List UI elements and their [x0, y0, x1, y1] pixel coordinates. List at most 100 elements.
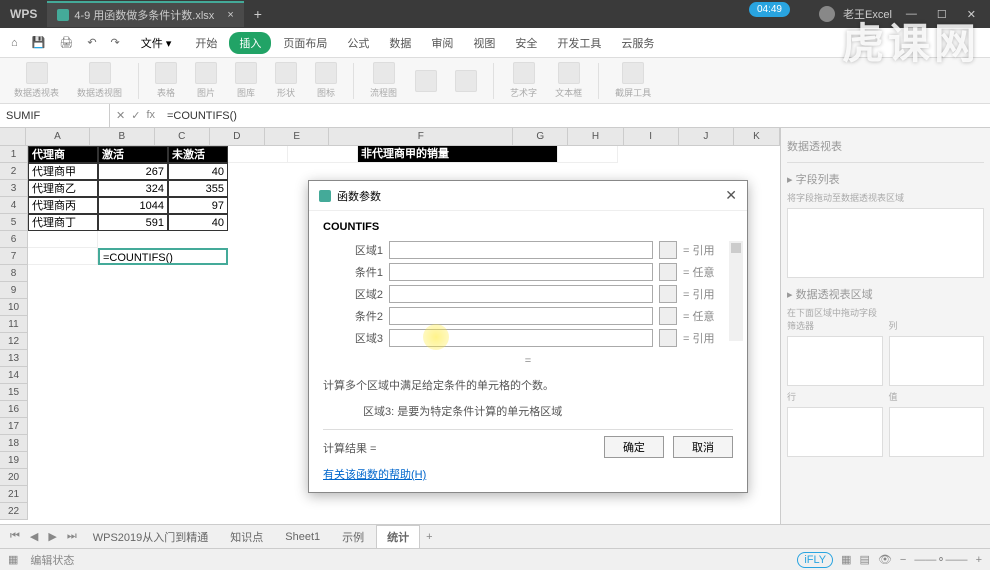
redo-icon[interactable]: ↷ [106, 33, 125, 52]
filter-box[interactable] [787, 336, 883, 386]
cell[interactable]: 40 [168, 214, 228, 231]
accept-formula-icon[interactable]: ✓ [131, 109, 140, 122]
param-input-range3[interactable] [389, 329, 653, 347]
add-sheet-button[interactable]: + [422, 531, 436, 543]
cell[interactable]: 非代理商甲的销量 [358, 146, 558, 163]
sheet-nav-last[interactable]: ⏭ [63, 530, 81, 543]
menu-devtools[interactable]: 开发工具 [549, 31, 609, 55]
col-box[interactable] [889, 336, 985, 386]
cell[interactable]: 355 [168, 180, 228, 197]
row-header[interactable]: 9 [0, 282, 28, 299]
col-header[interactable]: I [624, 128, 679, 145]
range-picker-icon[interactable] [659, 307, 677, 325]
new-tab-button[interactable]: + [244, 6, 272, 22]
ribbon-textbox[interactable]: 文本框 [549, 60, 588, 101]
help-link[interactable]: 有关该函数的帮助(H) [323, 466, 426, 482]
zoom-slider[interactable]: ——⚬—— [914, 553, 967, 566]
cell[interactable]: 1044 [98, 197, 168, 214]
fx-icon[interactable]: fx [146, 109, 155, 122]
cell[interactable]: 激活 [98, 146, 168, 163]
cancel-formula-icon[interactable]: ✕ [116, 109, 125, 122]
grid-icon[interactable]: ▦ [8, 553, 18, 566]
cell[interactable]: 未激活 [168, 146, 228, 163]
cell[interactable]: 代理商丙 [28, 197, 98, 214]
name-box[interactable]: SUMIF [0, 104, 110, 127]
view-page-icon[interactable]: ▤ [860, 553, 870, 566]
sheet-nav-next[interactable]: ▶ [44, 530, 60, 543]
sheet-tab[interactable]: Sheet1 [275, 528, 330, 546]
row-header[interactable]: 10 [0, 299, 28, 316]
row-header[interactable]: 4 [0, 197, 28, 214]
param-input-criteria2[interactable] [389, 307, 653, 325]
sheet-tab[interactable]: 示例 [332, 526, 374, 548]
col-header[interactable]: G [513, 128, 568, 145]
menu-view[interactable]: 视图 [465, 31, 503, 55]
zoom-in-icon[interactable]: + [976, 554, 982, 566]
row-header[interactable]: 16 [0, 401, 28, 418]
row-header[interactable]: 12 [0, 333, 28, 350]
menu-start[interactable]: 开始 [187, 31, 225, 55]
save-icon[interactable]: 💾 [27, 33, 51, 52]
cell[interactable]: 代理商甲 [28, 163, 98, 180]
ribbon-gallery[interactable]: 图库 [229, 60, 263, 101]
sheet-tab-active[interactable]: 统计 [376, 525, 420, 548]
cell[interactable]: 代理商乙 [28, 180, 98, 197]
ribbon-chart2[interactable] [449, 68, 483, 94]
ribbon-flowchart[interactable]: 流程图 [364, 60, 403, 101]
cell[interactable] [558, 146, 618, 163]
reading-icon[interactable]: 👁 [878, 553, 892, 566]
user-avatar[interactable] [819, 6, 835, 22]
row-header[interactable]: 7 [0, 248, 28, 265]
row-header[interactable]: 13 [0, 350, 28, 367]
col-header[interactable]: B [90, 128, 154, 145]
ribbon-pivotchart[interactable]: 数据透视图 [71, 60, 128, 101]
view-normal-icon[interactable]: ▦ [841, 553, 851, 566]
cell[interactable]: 97 [168, 197, 228, 214]
cell[interactable]: 324 [98, 180, 168, 197]
cell[interactable]: 267 [98, 163, 168, 180]
row-header[interactable]: 2 [0, 163, 28, 180]
row-header[interactable]: 22 [0, 503, 28, 520]
row-header[interactable]: 6 [0, 231, 28, 248]
file-menu[interactable]: 文件 ▾ [133, 32, 180, 54]
document-tab[interactable]: 4-9 用函数做多条件计数.xlsx × [47, 1, 243, 27]
active-cell[interactable]: =COUNTIFS() [98, 248, 228, 265]
row-header[interactable]: 1 [0, 146, 28, 163]
ribbon-icons[interactable]: 图标 [309, 60, 343, 101]
col-header[interactable]: F [329, 128, 513, 145]
zoom-out-icon[interactable]: − [900, 554, 906, 566]
cell[interactable] [288, 146, 358, 163]
row-header[interactable]: 19 [0, 452, 28, 469]
col-header[interactable]: A [26, 128, 90, 145]
cell[interactable]: 代理商丁 [28, 214, 98, 231]
param-input-range2[interactable] [389, 285, 653, 303]
ribbon-shapes[interactable]: 形状 [269, 60, 303, 101]
sheet-nav-first[interactable]: ⏮ [6, 530, 24, 543]
home-icon[interactable]: ⌂ [6, 34, 23, 52]
col-header[interactable]: H [568, 128, 623, 145]
row-header[interactable]: 15 [0, 384, 28, 401]
ribbon-wordart[interactable]: 艺术字 [504, 60, 543, 101]
print-icon[interactable]: 🖨 [54, 33, 78, 52]
sheet-nav-prev[interactable]: ◀ [26, 530, 42, 543]
menu-security[interactable]: 安全 [507, 31, 545, 55]
menu-data[interactable]: 数据 [381, 31, 419, 55]
row-box[interactable] [787, 407, 883, 457]
ribbon-table[interactable]: 表格 [149, 60, 183, 101]
cell[interactable]: 591 [98, 214, 168, 231]
ribbon-screenshot[interactable]: 截屏工具 [609, 60, 657, 101]
ribbon-picture[interactable]: 图片 [189, 60, 223, 101]
field-list-box[interactable] [787, 208, 984, 278]
param-input-criteria1[interactable] [389, 263, 653, 281]
col-header[interactable]: E [265, 128, 329, 145]
sheet-tab[interactable]: WPS2019从入门到精通 [83, 526, 219, 548]
undo-icon[interactable]: ↶ [82, 33, 101, 52]
cell[interactable]: 40 [168, 163, 228, 180]
dialog-scrollbar[interactable] [729, 241, 743, 341]
select-all-corner[interactable] [0, 128, 26, 145]
range-picker-icon[interactable] [659, 263, 677, 281]
row-header[interactable]: 14 [0, 367, 28, 384]
row-header[interactable]: 17 [0, 418, 28, 435]
menu-cloud[interactable]: 云服务 [613, 31, 662, 55]
formula-input[interactable]: =COUNTIFS() [161, 110, 990, 122]
